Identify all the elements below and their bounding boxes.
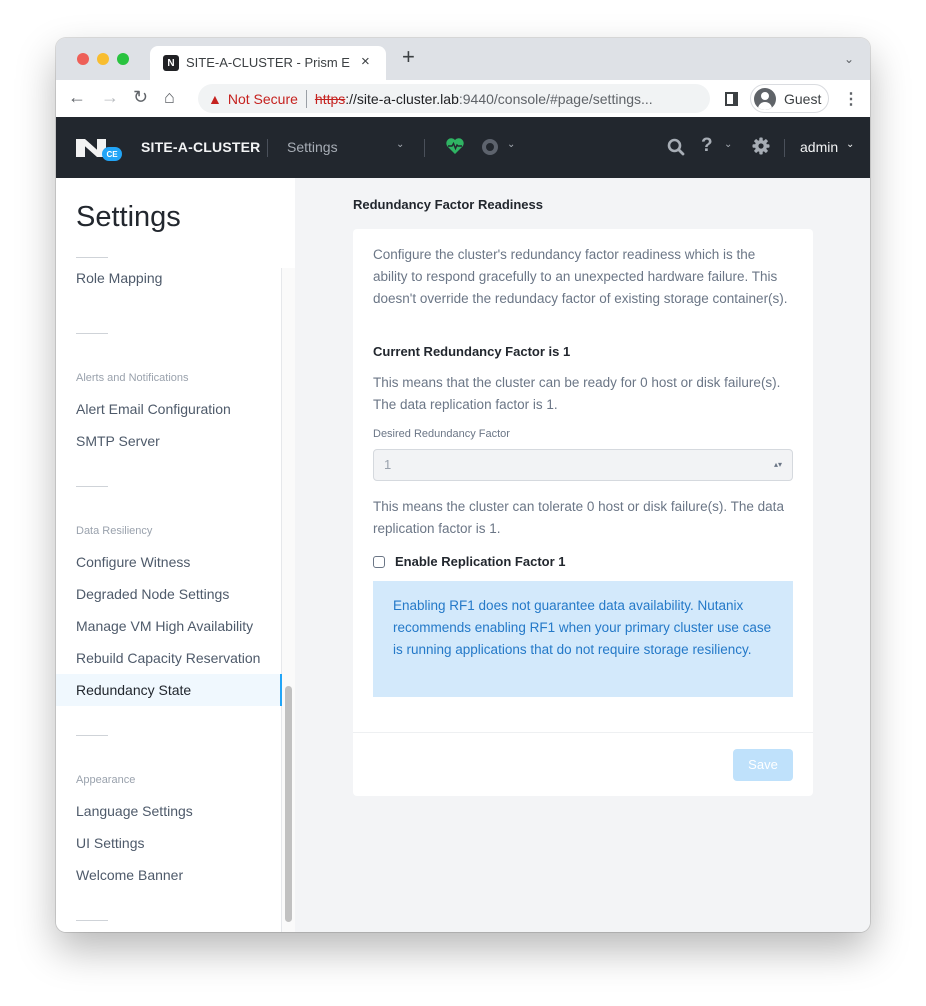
- description-text: Configure the cluster's redundancy facto…: [373, 247, 788, 306]
- profile-name: Guest: [784, 90, 822, 107]
- sidebar-group-alerts: Alerts and Notifications: [76, 372, 189, 384]
- ce-badge: CE: [102, 147, 122, 161]
- sidebar-group-appearance: Appearance: [76, 774, 136, 786]
- save-button[interactable]: Save: [733, 749, 793, 781]
- select-arrows-icon: ▴▾: [773, 460, 782, 469]
- browser-tab-active[interactable]: N SITE-A-CLUSTER - Prism Elem ×: [150, 46, 386, 80]
- desired-rf-value: 1: [384, 457, 392, 472]
- browser-toolbar: ← → ↻ ⌂ ▲ Not Secure https ://site-a-clu…: [56, 80, 870, 117]
- sidebar-item-welcome-banner[interactable]: Welcome Banner: [56, 859, 282, 891]
- sidebar-item-redundancy-state[interactable]: Redundancy State: [56, 674, 282, 706]
- gear-icon[interactable]: [751, 136, 771, 156]
- sidebar-scroll-area: Role Mapping Alerts and Notifications Al…: [56, 268, 282, 932]
- tab-title: SITE-A-CLUSTER - Prism Elem: [186, 55, 350, 70]
- sidebar-item-smtp-server[interactable]: SMTP Server: [56, 425, 282, 457]
- nutanix-logo[interactable]: CE: [76, 139, 122, 161]
- sidebar-divider: [76, 486, 108, 487]
- tab-strip: N SITE-A-CLUSTER - Prism Elem × + ⌄: [56, 38, 870, 80]
- app-header: CE SITE-A-CLUSTER Settings ⌄ ⌄ ? ⌄ admin…: [56, 117, 870, 178]
- address-bar[interactable]: ▲ Not Secure https ://site-a-cluster.lab…: [198, 84, 710, 113]
- main-content: Redundancy Factor Readiness Configure th…: [295, 178, 870, 932]
- current-rf-heading: Current Redundancy Factor is 1: [373, 344, 571, 359]
- enable-rf1-checkbox[interactable]: [373, 555, 385, 568]
- browser-window: N SITE-A-CLUSTER - Prism Elem × + ⌄ ← → …: [56, 38, 870, 932]
- search-icon[interactable]: [666, 137, 686, 157]
- desired-rf-label: Desired Redundancy Factor: [373, 428, 510, 440]
- sidebar-group-data-resiliency: Data Resiliency: [76, 525, 153, 537]
- not-secure-label[interactable]: Not Secure: [228, 91, 298, 107]
- sidebar-item-language-settings[interactable]: Language Settings: [56, 795, 282, 827]
- warning-triangle-icon: ▲: [208, 90, 222, 107]
- user-menu[interactable]: admin: [800, 139, 838, 155]
- new-tab-button[interactable]: +: [402, 46, 415, 68]
- redundancy-card: Configure the cluster's redundancy facto…: [353, 229, 813, 796]
- avatar: [754, 87, 776, 110]
- maximize-window-button[interactable]: [117, 53, 129, 65]
- cluster-name: SITE-A-CLUSTER: [141, 139, 261, 155]
- header-divider: [784, 139, 785, 157]
- sidebar-scrollbar-thumb[interactable]: [285, 686, 292, 922]
- forward-arrow-icon[interactable]: →: [101, 88, 119, 106]
- sidebar-item-configure-witness[interactable]: Configure Witness: [56, 546, 282, 578]
- sidebar-item-ui-settings[interactable]: UI Settings: [56, 827, 282, 859]
- sidebar-divider: [76, 257, 108, 258]
- chevron-down-icon[interactable]: ⌄: [724, 139, 732, 150]
- reload-icon[interactable]: ↻: [133, 88, 148, 106]
- sidebar-divider: [76, 333, 108, 334]
- page-menu-dropdown[interactable]: Settings: [287, 139, 338, 155]
- url-host: ://site-a-cluster.lab: [345, 90, 459, 107]
- header-divider: [267, 139, 268, 157]
- browser-menu-icon[interactable]: ⋮: [843, 89, 859, 109]
- footer-divider: [353, 732, 813, 733]
- chevron-down-icon[interactable]: ⌄: [846, 139, 854, 150]
- sidebar-item-alert-email[interactable]: Alert Email Configuration: [56, 393, 282, 425]
- tab-search-chevron-icon[interactable]: ⌄: [844, 52, 854, 66]
- sidebar-item-rebuild-capacity[interactable]: Rebuild Capacity Reservation: [56, 642, 282, 674]
- url-scheme: https: [314, 90, 346, 107]
- address-separator: [305, 89, 307, 108]
- profile-button[interactable]: Guest: [750, 84, 829, 113]
- minimize-window-button[interactable]: [97, 53, 109, 65]
- url-path: :9440/console/#page/settings...: [458, 90, 653, 107]
- rf1-info-message: Enabling RF1 does not guarantee data ava…: [373, 581, 793, 697]
- close-window-button[interactable]: [77, 53, 89, 65]
- sidebar-divider: [76, 920, 108, 921]
- tab-close-icon[interactable]: ×: [361, 53, 370, 70]
- chevron-down-icon[interactable]: ⌄: [396, 139, 404, 150]
- sidebar-title: Settings: [76, 201, 181, 233]
- alerts-circle-icon[interactable]: [482, 139, 498, 155]
- health-heart-icon[interactable]: [445, 136, 465, 156]
- enable-rf1-label[interactable]: Enable Replication Factor 1: [395, 554, 566, 569]
- sidebar-item-role-mapping[interactable]: Role Mapping: [56, 262, 282, 294]
- desired-rf-description: This means the cluster can tolerate 0 ho…: [373, 499, 784, 536]
- nutanix-favicon-icon: N: [163, 55, 179, 71]
- side-panel-icon[interactable]: [725, 92, 738, 106]
- settings-sidebar: Settings Role Mapping Alerts and Notific…: [56, 178, 295, 932]
- sidebar-divider: [76, 735, 108, 736]
- help-icon[interactable]: ?: [701, 135, 713, 157]
- current-rf-description: This means that the cluster can be ready…: [373, 375, 781, 412]
- sidebar-item-vm-high-availability[interactable]: Manage VM High Availability: [56, 610, 282, 642]
- sidebar-item-degraded-node[interactable]: Degraded Node Settings: [56, 578, 282, 610]
- page-title: Redundancy Factor Readiness: [353, 197, 543, 212]
- enable-rf1-row[interactable]: Enable Replication Factor 1: [373, 554, 566, 569]
- header-divider: [424, 139, 425, 157]
- desired-rf-select[interactable]: 1 ▴▾: [373, 449, 793, 481]
- chevron-down-icon[interactable]: ⌄: [507, 139, 515, 150]
- home-icon[interactable]: ⌂: [164, 88, 175, 106]
- back-arrow-icon[interactable]: ←: [68, 88, 86, 106]
